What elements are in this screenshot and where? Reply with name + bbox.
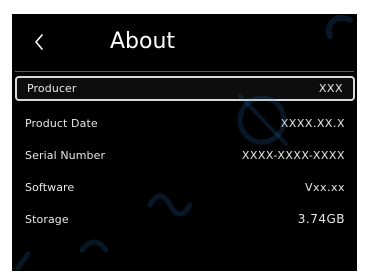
back-button[interactable] bbox=[28, 28, 50, 56]
info-row-storage[interactable]: Storage 3.74GB bbox=[15, 203, 355, 235]
info-row-producer[interactable]: Producer XXX bbox=[15, 76, 355, 101]
info-row-label: Serial Number bbox=[25, 148, 106, 162]
info-row-value: XXXX.XX.X bbox=[280, 116, 345, 130]
info-row-label: Producer bbox=[27, 82, 77, 95]
page-title: About bbox=[110, 29, 176, 54]
info-row-software[interactable]: Software Vxx.xx bbox=[15, 171, 355, 203]
info-row-label: Product Date bbox=[25, 116, 98, 130]
info-row-value: Vxx.xx bbox=[304, 180, 345, 194]
info-row-value: XXX bbox=[318, 82, 343, 95]
chevron-left-icon bbox=[35, 34, 43, 50]
header-divider bbox=[15, 71, 354, 72]
header: About bbox=[12, 14, 357, 72]
info-row-serial-number[interactable]: Serial Number XXXX-XXXX-XXXX bbox=[15, 139, 355, 171]
info-row-label: Software bbox=[25, 180, 75, 194]
info-row-value: XXXX-XXXX-XXXX bbox=[241, 148, 345, 162]
info-list: Producer XXX Product Date XXXX.XX.X Seri… bbox=[15, 76, 355, 235]
about-screen: About Producer XXX Product Date XXXX.XX.… bbox=[12, 14, 357, 271]
info-row-product-date[interactable]: Product Date XXXX.XX.X bbox=[15, 107, 355, 139]
info-row-label: Storage bbox=[25, 212, 69, 226]
info-row-value: 3.74GB bbox=[297, 212, 345, 226]
